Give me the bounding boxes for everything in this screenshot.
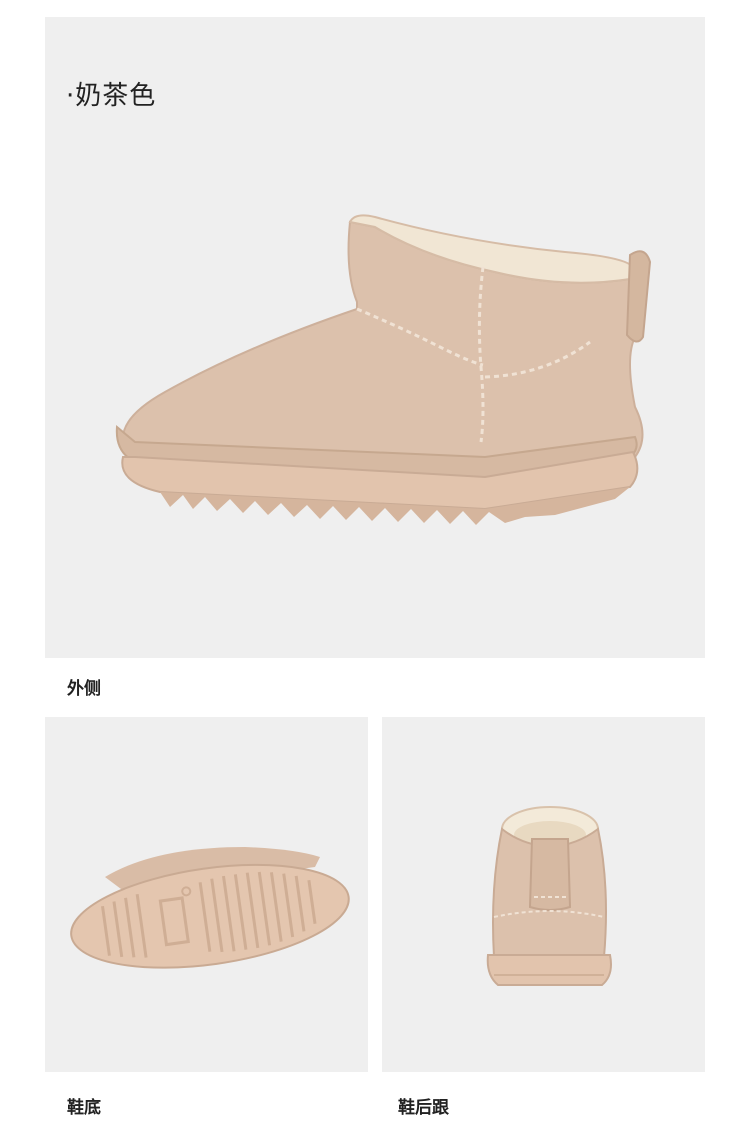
sole-caption: 鞋底 xyxy=(67,1098,101,1118)
boot-sole-illustration xyxy=(70,847,350,969)
side-view-caption: 外侧 xyxy=(67,679,101,699)
boot-side-illustration xyxy=(115,214,652,525)
heel-caption: 鞋后跟 xyxy=(398,1098,449,1118)
color-name-label: ·奶茶色 xyxy=(66,81,157,111)
boot-sole-view-image xyxy=(45,717,368,1072)
boot-heel-illustration xyxy=(486,806,612,986)
boot-heel-view-image xyxy=(382,717,705,1072)
boot-side-view-image: ·奶茶色 xyxy=(45,17,705,658)
